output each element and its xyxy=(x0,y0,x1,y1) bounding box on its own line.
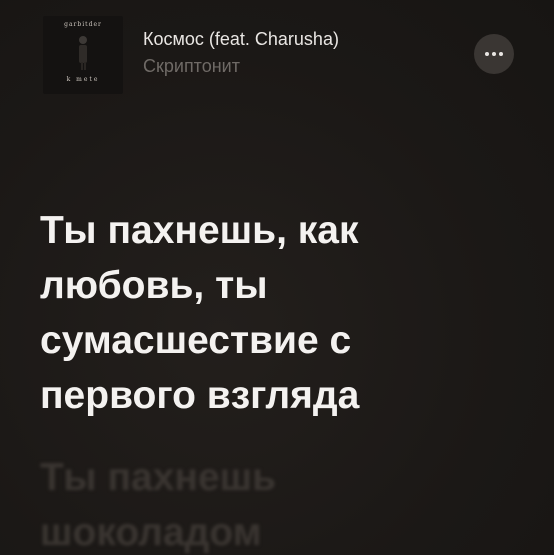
next-lyric-line[interactable]: Ты пахнешь шоколадом xyxy=(40,450,520,555)
album-cover-figure-icon xyxy=(79,36,87,70)
album-cover[interactable]: garbitder k mete xyxy=(43,16,123,94)
album-cover-top-text: garbitder xyxy=(64,21,102,28)
track-artist[interactable]: Скриптонит xyxy=(143,56,240,77)
ellipsis-icon xyxy=(485,52,503,56)
now-playing-header: garbitder k mete Космос (feat. Charusha)… xyxy=(43,16,523,96)
lyrics-screen: garbitder k mete Космос (feat. Charusha)… xyxy=(0,0,554,555)
track-title[interactable]: Космос (feat. Charusha) xyxy=(143,29,339,50)
more-options-button[interactable] xyxy=(474,34,514,74)
lyrics-container: Ты пахнешь, как любовь, ты сумасшествие … xyxy=(40,203,520,423)
active-lyric-line[interactable]: Ты пахнешь, как любовь, ты сумасшествие … xyxy=(40,203,520,423)
album-cover-bottom-text: k mete xyxy=(66,76,100,83)
